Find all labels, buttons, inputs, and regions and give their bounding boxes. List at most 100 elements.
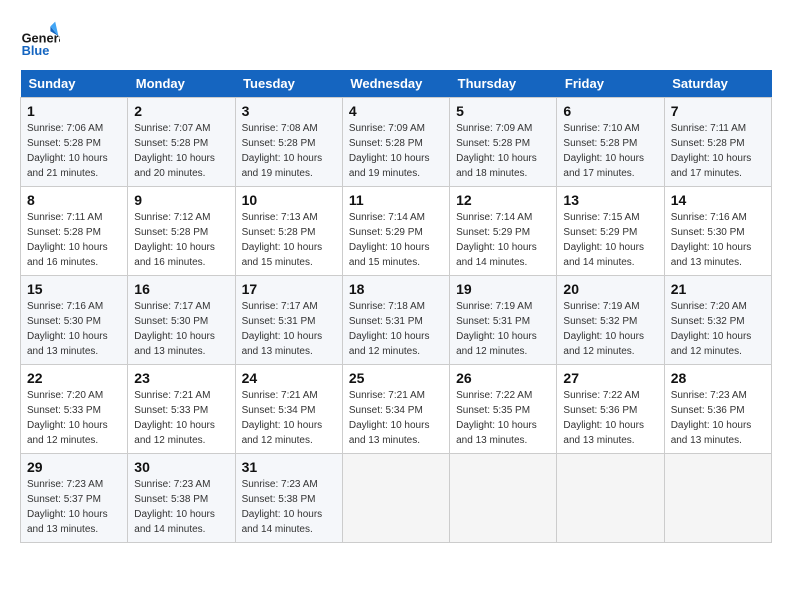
- day-info: Sunrise: 7:06 AMSunset: 5:28 PMDaylight:…: [27, 121, 121, 181]
- header-cell-friday: Friday: [557, 70, 664, 98]
- calendar-cell: 24Sunrise: 7:21 AMSunset: 5:34 PMDayligh…: [235, 365, 342, 454]
- day-number: 14: [671, 192, 765, 208]
- day-info: Sunrise: 7:14 AMSunset: 5:29 PMDaylight:…: [456, 210, 550, 270]
- calendar-cell: 4 Sunrise: 7:09 AMSunset: 5:28 PMDaylight…: [342, 98, 449, 187]
- day-info: Sunrise: 7:19 AMSunset: 5:31 PMDaylight:…: [456, 299, 550, 359]
- logo-icon: General Blue: [20, 20, 60, 60]
- day-info: Sunrise: 7:21 AMSunset: 5:33 PMDaylight:…: [134, 388, 228, 448]
- day-info: Sunrise: 7:09 AMSunset: 5:28 PMDaylight:…: [456, 121, 550, 181]
- calendar-cell: 7 Sunrise: 7:11 AMSunset: 5:28 PMDaylight…: [664, 98, 771, 187]
- day-info: Sunrise: 7:17 AMSunset: 5:31 PMDaylight:…: [242, 299, 336, 359]
- day-number: 22: [27, 370, 121, 386]
- calendar-week-row: 22 Sunrise: 7:20 AMSunset: 5:33 PMDayligh…: [21, 365, 772, 454]
- header-cell-saturday: Saturday: [664, 70, 771, 98]
- calendar-cell: 27 Sunrise: 7:22 AMSunset: 5:36 PMDayligh…: [557, 365, 664, 454]
- day-info: Sunrise: 7:20 AMSunset: 5:32 PMDaylight:…: [671, 299, 765, 359]
- header-cell-sunday: Sunday: [21, 70, 128, 98]
- day-number: 25: [349, 370, 443, 386]
- calendar-week-row: 29 Sunrise: 7:23 AMSunset: 5:37 PMDayligh…: [21, 454, 772, 543]
- day-info: Sunrise: 7:16 AMSunset: 5:30 PMDaylight:…: [27, 299, 121, 359]
- day-number: 17: [242, 281, 336, 297]
- header-cell-monday: Monday: [128, 70, 235, 98]
- day-number: 21: [671, 281, 765, 297]
- header-cell-tuesday: Tuesday: [235, 70, 342, 98]
- day-number: 18: [349, 281, 443, 297]
- calendar-cell: 22 Sunrise: 7:20 AMSunset: 5:33 PMDayligh…: [21, 365, 128, 454]
- day-info: Sunrise: 7:23 AMSunset: 5:38 PMDaylight:…: [134, 477, 228, 537]
- day-number: 10: [242, 192, 336, 208]
- calendar-cell: 2Sunrise: 7:07 AMSunset: 5:28 PMDaylight…: [128, 98, 235, 187]
- day-number: 6: [563, 103, 657, 119]
- calendar-cell: 29 Sunrise: 7:23 AMSunset: 5:37 PMDayligh…: [21, 454, 128, 543]
- day-number: 19: [456, 281, 550, 297]
- day-info: Sunrise: 7:10 AMSunset: 5:28 PMDaylight:…: [563, 121, 657, 181]
- day-info: Sunrise: 7:11 AMSunset: 5:28 PMDaylight:…: [27, 210, 121, 270]
- calendar-cell: 18 Sunrise: 7:18 AMSunset: 5:31 PMDayligh…: [342, 276, 449, 365]
- day-number: 7: [671, 103, 765, 119]
- calendar-week-row: 15 Sunrise: 7:16 AMSunset: 5:30 PMDayligh…: [21, 276, 772, 365]
- day-number: 12: [456, 192, 550, 208]
- calendar-cell: 6 Sunrise: 7:10 AMSunset: 5:28 PMDaylight…: [557, 98, 664, 187]
- day-info: Sunrise: 7:16 AMSunset: 5:30 PMDaylight:…: [671, 210, 765, 270]
- day-info: Sunrise: 7:08 AMSunset: 5:28 PMDaylight:…: [242, 121, 336, 181]
- day-number: 13: [563, 192, 657, 208]
- svg-text:Blue: Blue: [22, 43, 50, 58]
- calendar-cell: 21 Sunrise: 7:20 AMSunset: 5:32 PMDayligh…: [664, 276, 771, 365]
- calendar-cell: 10 Sunrise: 7:13 AMSunset: 5:28 PMDayligh…: [235, 187, 342, 276]
- day-info: Sunrise: 7:12 AMSunset: 5:28 PMDaylight:…: [134, 210, 228, 270]
- calendar-cell: 17 Sunrise: 7:17 AMSunset: 5:31 PMDayligh…: [235, 276, 342, 365]
- calendar-cell: [664, 454, 771, 543]
- day-info: Sunrise: 7:21 AMSunset: 5:34 PMDaylight:…: [349, 388, 443, 448]
- day-info: Sunrise: 7:14 AMSunset: 5:29 PMDaylight:…: [349, 210, 443, 270]
- calendar-cell: 1 Sunrise: 7:06 AMSunset: 5:28 PMDaylight…: [21, 98, 128, 187]
- day-info: Sunrise: 7:19 AMSunset: 5:32 PMDaylight:…: [563, 299, 657, 359]
- day-number: 27: [563, 370, 657, 386]
- calendar-cell: 9 Sunrise: 7:12 AMSunset: 5:28 PMDaylight…: [128, 187, 235, 276]
- day-number: 4: [349, 103, 443, 119]
- day-number: 3: [242, 103, 336, 119]
- calendar-cell: [342, 454, 449, 543]
- calendar-cell: 25 Sunrise: 7:21 AMSunset: 5:34 PMDayligh…: [342, 365, 449, 454]
- calendar-cell: 16 Sunrise: 7:17 AMSunset: 5:30 PMDayligh…: [128, 276, 235, 365]
- day-info: Sunrise: 7:23 AMSunset: 5:38 PMDaylight:…: [242, 477, 336, 537]
- day-info: Sunrise: 7:13 AMSunset: 5:28 PMDaylight:…: [242, 210, 336, 270]
- calendar-cell: 11 Sunrise: 7:14 AMSunset: 5:29 PMDayligh…: [342, 187, 449, 276]
- calendar-body: 1 Sunrise: 7:06 AMSunset: 5:28 PMDaylight…: [21, 98, 772, 543]
- calendar-cell: 28Sunrise: 7:23 AMSunset: 5:36 PMDayligh…: [664, 365, 771, 454]
- calendar-cell: 3 Sunrise: 7:08 AMSunset: 5:28 PMDaylight…: [235, 98, 342, 187]
- calendar-cell: 8Sunrise: 7:11 AMSunset: 5:28 PMDaylight…: [21, 187, 128, 276]
- calendar-cell: 31 Sunrise: 7:23 AMSunset: 5:38 PMDayligh…: [235, 454, 342, 543]
- day-info: Sunrise: 7:11 AMSunset: 5:28 PMDaylight:…: [671, 121, 765, 181]
- day-number: 29: [27, 459, 121, 475]
- calendar-cell: 19 Sunrise: 7:19 AMSunset: 5:31 PMDayligh…: [450, 276, 557, 365]
- calendar-cell: 14 Sunrise: 7:16 AMSunset: 5:30 PMDayligh…: [664, 187, 771, 276]
- day-number: 23: [134, 370, 228, 386]
- day-number: 1: [27, 103, 121, 119]
- day-number: 20: [563, 281, 657, 297]
- page-header: General Blue: [20, 20, 772, 60]
- day-number: 9: [134, 192, 228, 208]
- calendar-cell: 23 Sunrise: 7:21 AMSunset: 5:33 PMDayligh…: [128, 365, 235, 454]
- day-number: 11: [349, 192, 443, 208]
- day-info: Sunrise: 7:23 AMSunset: 5:37 PMDaylight:…: [27, 477, 121, 537]
- day-info: Sunrise: 7:18 AMSunset: 5:31 PMDaylight:…: [349, 299, 443, 359]
- day-info: Sunrise: 7:15 AMSunset: 5:29 PMDaylight:…: [563, 210, 657, 270]
- day-number: 16: [134, 281, 228, 297]
- day-number: 15: [27, 281, 121, 297]
- calendar-week-row: 8Sunrise: 7:11 AMSunset: 5:28 PMDaylight…: [21, 187, 772, 276]
- calendar-week-row: 1 Sunrise: 7:06 AMSunset: 5:28 PMDaylight…: [21, 98, 772, 187]
- day-info: Sunrise: 7:22 AMSunset: 5:35 PMDaylight:…: [456, 388, 550, 448]
- day-info: Sunrise: 7:17 AMSunset: 5:30 PMDaylight:…: [134, 299, 228, 359]
- calendar-cell: 13 Sunrise: 7:15 AMSunset: 5:29 PMDayligh…: [557, 187, 664, 276]
- day-info: Sunrise: 7:09 AMSunset: 5:28 PMDaylight:…: [349, 121, 443, 181]
- calendar-cell: 30Sunrise: 7:23 AMSunset: 5:38 PMDayligh…: [128, 454, 235, 543]
- header-cell-wednesday: Wednesday: [342, 70, 449, 98]
- day-number: 28: [671, 370, 765, 386]
- day-info: Sunrise: 7:21 AMSunset: 5:34 PMDaylight:…: [242, 388, 336, 448]
- day-number: 2: [134, 103, 228, 119]
- day-number: 31: [242, 459, 336, 475]
- calendar-cell: 5Sunrise: 7:09 AMSunset: 5:28 PMDaylight…: [450, 98, 557, 187]
- day-info: Sunrise: 7:22 AMSunset: 5:36 PMDaylight:…: [563, 388, 657, 448]
- day-info: Sunrise: 7:20 AMSunset: 5:33 PMDaylight:…: [27, 388, 121, 448]
- header-cell-thursday: Thursday: [450, 70, 557, 98]
